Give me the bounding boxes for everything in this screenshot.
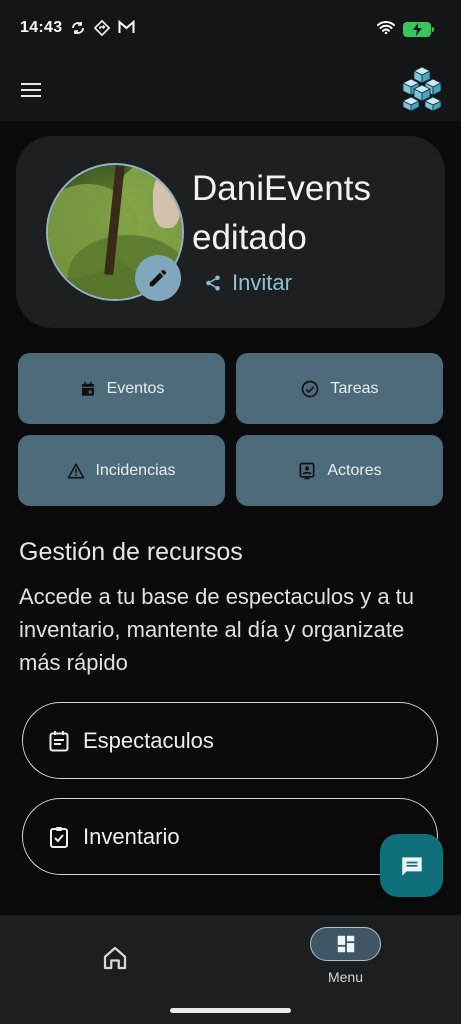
nav-home-button[interactable] (100, 943, 130, 973)
sync-icon (70, 20, 86, 36)
clipboard-check-icon (50, 826, 68, 848)
cube-logo-icon[interactable] (401, 65, 443, 113)
incidencias-label: Incidencias (95, 461, 176, 479)
inventario-button[interactable]: Inventario (22, 798, 438, 875)
actores-button[interactable]: Actores (236, 435, 443, 506)
calendar-icon (81, 381, 94, 396)
pencil-icon (149, 269, 167, 287)
gmail-icon (118, 20, 135, 36)
tareas-label: Tareas (330, 379, 379, 397)
edit-profile-button[interactable] (135, 255, 181, 301)
eventos-label: Eventos (106, 379, 165, 397)
status-bar: 14:43 (0, 0, 461, 58)
nav-menu-button[interactable] (310, 927, 381, 961)
wifi-icon (377, 20, 395, 39)
hamburger-icon (21, 83, 41, 97)
eventos-button[interactable]: Eventos (18, 353, 225, 424)
invite-label: Invitar (232, 270, 292, 295)
hamburger-menu-button[interactable] (17, 76, 47, 104)
chat-icon (401, 856, 422, 876)
share-icon (206, 275, 220, 291)
inventario-label: Inventario (83, 823, 180, 849)
nav-menu-label: Menu (327, 969, 364, 985)
espectaculos-button[interactable]: Espectaculos (22, 702, 438, 779)
dashboard-icon (337, 935, 354, 953)
navigation-icon (94, 20, 110, 36)
status-notification-icons (70, 20, 135, 36)
status-right (377, 20, 434, 39)
profile-card: DaniEvents editado Invitar (16, 136, 445, 328)
section-description: Accede a tu base de espectaculos y a tu … (19, 584, 415, 675)
invite-button[interactable]: Invitar (204, 270, 292, 296)
espectaculos-label: Espectaculos (83, 727, 214, 753)
event-note-icon (49, 730, 69, 751)
status-time: 14:43 (20, 19, 63, 36)
battery-charging-icon (403, 22, 434, 37)
actores-label: Actores (327, 461, 382, 479)
incidencias-button[interactable]: Incidencias (18, 435, 225, 506)
check-circle-icon (302, 380, 319, 397)
home-icon (103, 946, 127, 970)
warning-icon (68, 463, 85, 478)
chat-button[interactable] (380, 834, 443, 897)
home-indicator (170, 1008, 291, 1013)
app-bar (0, 58, 461, 121)
section-title: Gestión de recursos (19, 538, 243, 566)
contact-badge-icon (299, 462, 315, 479)
profile-name: DaniEvents editado (192, 169, 371, 257)
tareas-button[interactable]: Tareas (236, 353, 443, 424)
